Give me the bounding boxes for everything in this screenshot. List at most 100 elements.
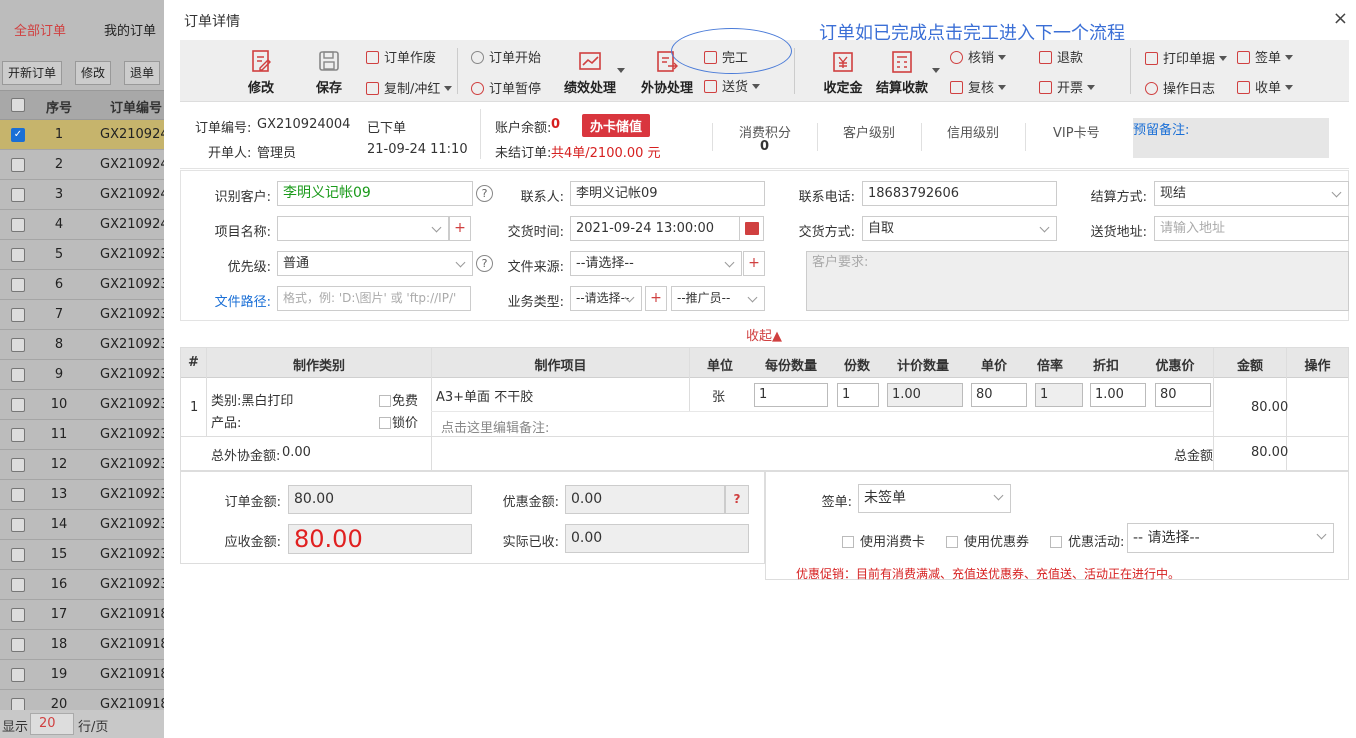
table-row[interactable]: 11 GX2109230 <box>0 420 177 450</box>
phone-input[interactable]: 18683792606 <box>862 181 1057 206</box>
row-checkbox[interactable] <box>11 398 25 412</box>
page-size-select[interactable]: 20 <box>30 713 74 735</box>
collapse-toggle[interactable]: 收起▲ <box>746 325 782 344</box>
table-row[interactable]: 9 GX2109230 <box>0 360 177 390</box>
void-order-button[interactable]: 订单作废 <box>366 47 436 66</box>
use-coupon-checkbox[interactable]: 使用优惠券 <box>946 531 1029 550</box>
chevron-down-icon[interactable] <box>617 68 625 73</box>
rate-input[interactable]: 1 <box>1035 383 1083 407</box>
tab-my-orders[interactable]: 我的订单 <box>104 20 156 39</box>
project-select[interactable] <box>277 216 449 241</box>
log-button[interactable]: 操作日志 <box>1145 78 1215 97</box>
select-all-checkbox[interactable] <box>11 98 25 112</box>
qty-each-input[interactable]: 1 <box>754 383 828 407</box>
price-input[interactable]: 80 <box>971 383 1027 407</box>
row-checkbox[interactable] <box>11 248 25 262</box>
tab-all-orders[interactable]: 全部订单 <box>14 20 66 39</box>
new-order-button[interactable]: 开新订单 <box>2 61 63 85</box>
table-row[interactable]: 7 GX2109230 <box>0 300 177 330</box>
table-row[interactable]: 2 GX2109240 <box>0 150 177 180</box>
row-checkbox[interactable]: ✓ <box>11 128 25 142</box>
reserved-memo-box[interactable]: 预留备注: <box>1133 118 1329 158</box>
row-checkbox[interactable] <box>11 278 25 292</box>
row-checkbox[interactable] <box>11 518 25 532</box>
invoice-button[interactable]: 开票 <box>1039 77 1096 96</box>
row-checkbox[interactable] <box>11 458 25 472</box>
recheck-button[interactable]: 复核 <box>950 77 1007 96</box>
file-path-input[interactable]: 格式，例: 'D:\图片' 或 'ftp://IP/' <box>277 286 471 311</box>
promo-activity-select[interactable]: -- 请选择-- <box>1127 523 1334 553</box>
table-row[interactable]: 18 GX2109180 <box>0 630 177 660</box>
refund-button[interactable]: 退款 <box>1039 47 1083 66</box>
promoter-select[interactable]: --推广员-- <box>671 286 765 311</box>
print-button[interactable]: 打印单据 <box>1145 48 1228 67</box>
table-row[interactable]: 4 GX2109240 <box>0 210 177 240</box>
row-checkbox[interactable] <box>11 548 25 562</box>
promo-activity-checkbox[interactable]: 优惠活动: <box>1050 531 1124 550</box>
customer-requirement-textarea[interactable]: 客户要求: <box>806 251 1349 311</box>
row-checkbox[interactable] <box>11 338 25 352</box>
table-row[interactable]: 13 GX2109230 <box>0 480 177 510</box>
table-row[interactable]: 12 GX2109230 <box>0 450 177 480</box>
delivery-time-input[interactable]: 2021-09-24 13:00:00 <box>570 216 740 241</box>
order-start-button[interactable]: 订单开始 <box>471 47 541 66</box>
row-checkbox[interactable] <box>11 158 25 172</box>
edit-order-button[interactable]: 修改 <box>75 61 112 85</box>
verify-button[interactable]: 核销 <box>950 47 1007 66</box>
row-remark[interactable]: 点击这里编辑备注: <box>441 417 549 436</box>
return-order-button[interactable]: 退单 <box>124 61 161 85</box>
card-topup-button[interactable]: 办卡储值 <box>582 114 651 137</box>
row-checkbox[interactable] <box>11 668 25 682</box>
table-row[interactable]: ✓ 1 GX2109240 <box>0 120 177 150</box>
table-row[interactable]: 17 GX2109180 <box>0 600 177 630</box>
settle-button[interactable]: 结算收款 <box>874 49 930 96</box>
promo-price-input[interactable]: 80 <box>1155 383 1211 407</box>
chevron-down-icon[interactable] <box>932 68 940 73</box>
row-checkbox[interactable] <box>11 578 25 592</box>
table-row[interactable]: 8 GX2109230 <box>0 330 177 360</box>
priority-select[interactable]: 普通 <box>277 251 473 276</box>
row-checkbox[interactable] <box>11 368 25 382</box>
add-project-button[interactable]: + <box>449 216 471 241</box>
delivery-method-select[interactable]: 自取 <box>862 216 1057 241</box>
unsettled-value[interactable]: 共4单/2100.00 元 <box>551 142 661 161</box>
contact-input[interactable]: 李明义记帐09 <box>570 181 765 206</box>
row-checkbox[interactable] <box>11 188 25 202</box>
table-row[interactable]: 6 GX2109230 <box>0 270 177 300</box>
deliver-button[interactable]: 送货 <box>704 76 761 95</box>
performance-button[interactable]: 绩效处理 <box>560 49 620 96</box>
save-button[interactable]: 保存 <box>306 49 352 96</box>
file-path-label[interactable]: 文件路径: <box>191 291 271 310</box>
customer-input[interactable]: 李明义记帐09 <box>277 181 473 206</box>
calendar-icon[interactable] <box>739 216 764 241</box>
use-card-checkbox[interactable]: 使用消费卡 <box>842 531 925 550</box>
discount-input[interactable]: 1.00 <box>1090 383 1146 407</box>
receipt-button[interactable]: 收单 <box>1237 77 1294 96</box>
table-row[interactable]: 10 GX2109230 <box>0 390 177 420</box>
edit-button[interactable]: 修改 <box>236 49 286 96</box>
table-row[interactable]: 19 GX2109180 <box>0 660 177 690</box>
row-checkbox[interactable] <box>11 308 25 322</box>
biz-type-select[interactable]: --请选择-- <box>570 286 642 311</box>
table-row[interactable]: 15 GX2109230 <box>0 540 177 570</box>
file-source-select[interactable]: --请选择-- <box>570 251 742 276</box>
add-biz-type-button[interactable]: + <box>645 286 667 311</box>
address-input[interactable]: 请输入地址 <box>1154 216 1349 241</box>
lock-price-checkbox[interactable]: 锁价 <box>379 412 418 431</box>
copy-reverse-button[interactable]: 复制/冲红 <box>366 78 453 97</box>
row-checkbox[interactable] <box>11 638 25 652</box>
deposit-button[interactable]: 收定金 <box>820 49 866 96</box>
free-checkbox[interactable]: 免费 <box>379 390 418 409</box>
sign-button[interactable]: 签单 <box>1237 47 1294 66</box>
row-checkbox[interactable] <box>11 428 25 442</box>
order-pause-button[interactable]: 订单暂停 <box>471 78 541 97</box>
add-source-button[interactable]: + <box>743 251 765 276</box>
discount-help-icon[interactable]: ? <box>725 485 749 514</box>
row-checkbox[interactable] <box>11 608 25 622</box>
table-row[interactable]: 16 GX2109230 <box>0 570 177 600</box>
row-checkbox[interactable] <box>11 218 25 232</box>
settle-method-select[interactable]: 现结 <box>1154 181 1349 206</box>
table-row[interactable]: 5 GX2109230 <box>0 240 177 270</box>
row-checkbox[interactable] <box>11 488 25 502</box>
sign-status-select[interactable]: 未签单 <box>858 484 1011 513</box>
